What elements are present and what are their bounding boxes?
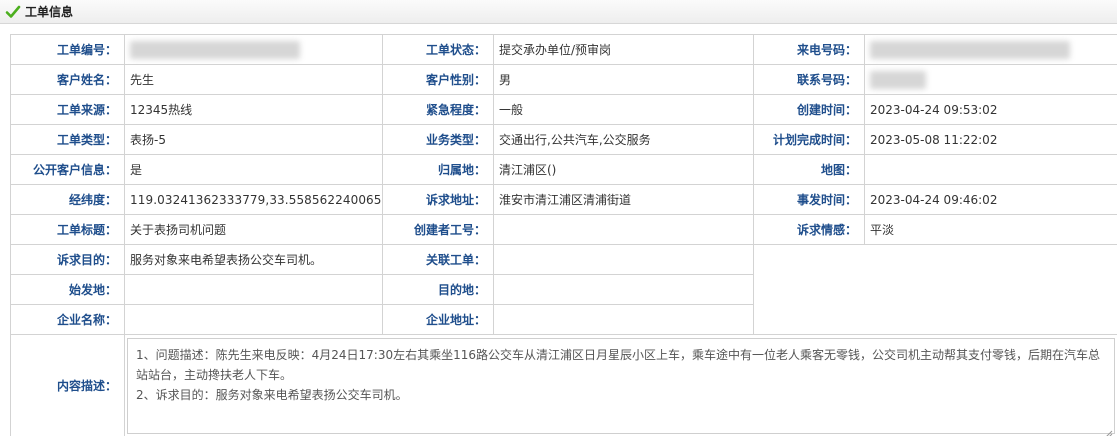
label-order-source: 工单来源： [11,95,125,125]
label-planned-completion: 计划完成时间： [754,125,865,155]
label-order-number: 工单编号： [11,35,125,65]
value-customer-gender: 男 [494,65,754,95]
empty-block [754,245,1117,335]
label-request-address: 诉求地址： [383,185,494,215]
check-icon [5,4,21,20]
value-coordinates: 119.03241362333779,33.55856224006592 [125,185,383,215]
resize-handle-icon[interactable] [1105,424,1113,436]
value-origin [125,275,383,305]
label-caller-number: 来电号码： [754,35,865,65]
label-created-time: 创建时间： [754,95,865,125]
description-line-1: 1、问题描述：陈先生来电反映：4月24日17:30左右其乘坐116路公交车从清江… [136,348,1101,382]
value-request-address: 淮安市清江浦区清浦街道 [494,185,754,215]
value-order-source: 12345热线 [125,95,383,125]
redacted-contact-number [870,70,926,89]
description-textarea[interactable]: 1、问题描述：陈先生来电反映：4月24日17:30左右其乘坐116路公交车从清江… [127,338,1115,436]
label-sentiment: 诉求情感： [754,215,865,245]
value-order-title: 关于表扬司机问题 [125,215,383,245]
value-creator-id [494,215,754,245]
value-request-purpose: 服务对象来电希望表扬公交车司机。 [125,245,383,275]
value-incident-time: 2023-04-24 09:46:02 [865,185,1117,215]
value-business-type: 交通出行,公共汽车,公交服务 [494,125,754,155]
label-business-type: 业务类型： [383,125,494,155]
label-description: 内容描述： [11,335,125,436]
label-destination: 目的地： [383,275,494,305]
label-map: 地图： [754,155,865,185]
value-contact-number [865,65,1117,95]
value-destination [494,275,754,305]
value-order-number [125,35,383,65]
value-company-name [125,305,383,335]
label-order-status: 工单状态： [383,35,494,65]
label-order-type: 工单类型： [11,125,125,155]
value-order-type: 表扬-5 [125,125,383,155]
value-customer-name: 先生 [125,65,383,95]
label-creator-id: 创建者工号： [383,215,494,245]
label-public-customer-info: 公开客户信息： [11,155,125,185]
description-line-2: 2、诉求目的：服务对象来电希望表扬公交车司机。 [136,388,408,402]
redacted-order-number [130,40,300,59]
value-location: 清江浦区() [494,155,754,185]
value-planned-completion: 2023-05-08 11:22:02 [865,125,1117,155]
label-request-purpose: 诉求目的： [11,245,125,275]
label-coordinates: 经纬度： [11,185,125,215]
value-public-customer-info: 是 [125,155,383,185]
label-company-name: 企业名称： [11,305,125,335]
value-created-time: 2023-04-24 09:53:02 [865,95,1117,125]
label-origin: 始发地： [11,275,125,305]
label-related-order: 关联工单： [383,245,494,275]
redacted-caller-number [870,40,1070,59]
label-company-address: 企业地址： [383,305,494,335]
label-customer-gender: 客户性别： [383,65,494,95]
value-map[interactable] [865,155,1117,185]
value-sentiment: 平淡 [865,215,1117,245]
value-order-status: 提交承办单位/预审岗 [494,35,754,65]
panel-header: 工单信息 [0,0,1117,24]
label-incident-time: 事发时间： [754,185,865,215]
label-customer-name: 客户姓名： [11,65,125,95]
value-caller-number [865,35,1117,65]
value-company-address [494,305,754,335]
label-location: 归属地： [383,155,494,185]
label-order-title: 工单标题： [11,215,125,245]
label-contact-number: 联系号码： [754,65,865,95]
value-related-order [494,245,754,275]
work-order-form: 工单编号： 工单状态： 提交承办单位/预审岗 来电号码： 客户姓名： 先生 客户… [10,34,1117,436]
panel-title: 工单信息 [25,5,74,19]
value-urgency: 一般 [494,95,754,125]
label-urgency: 紧急程度： [383,95,494,125]
